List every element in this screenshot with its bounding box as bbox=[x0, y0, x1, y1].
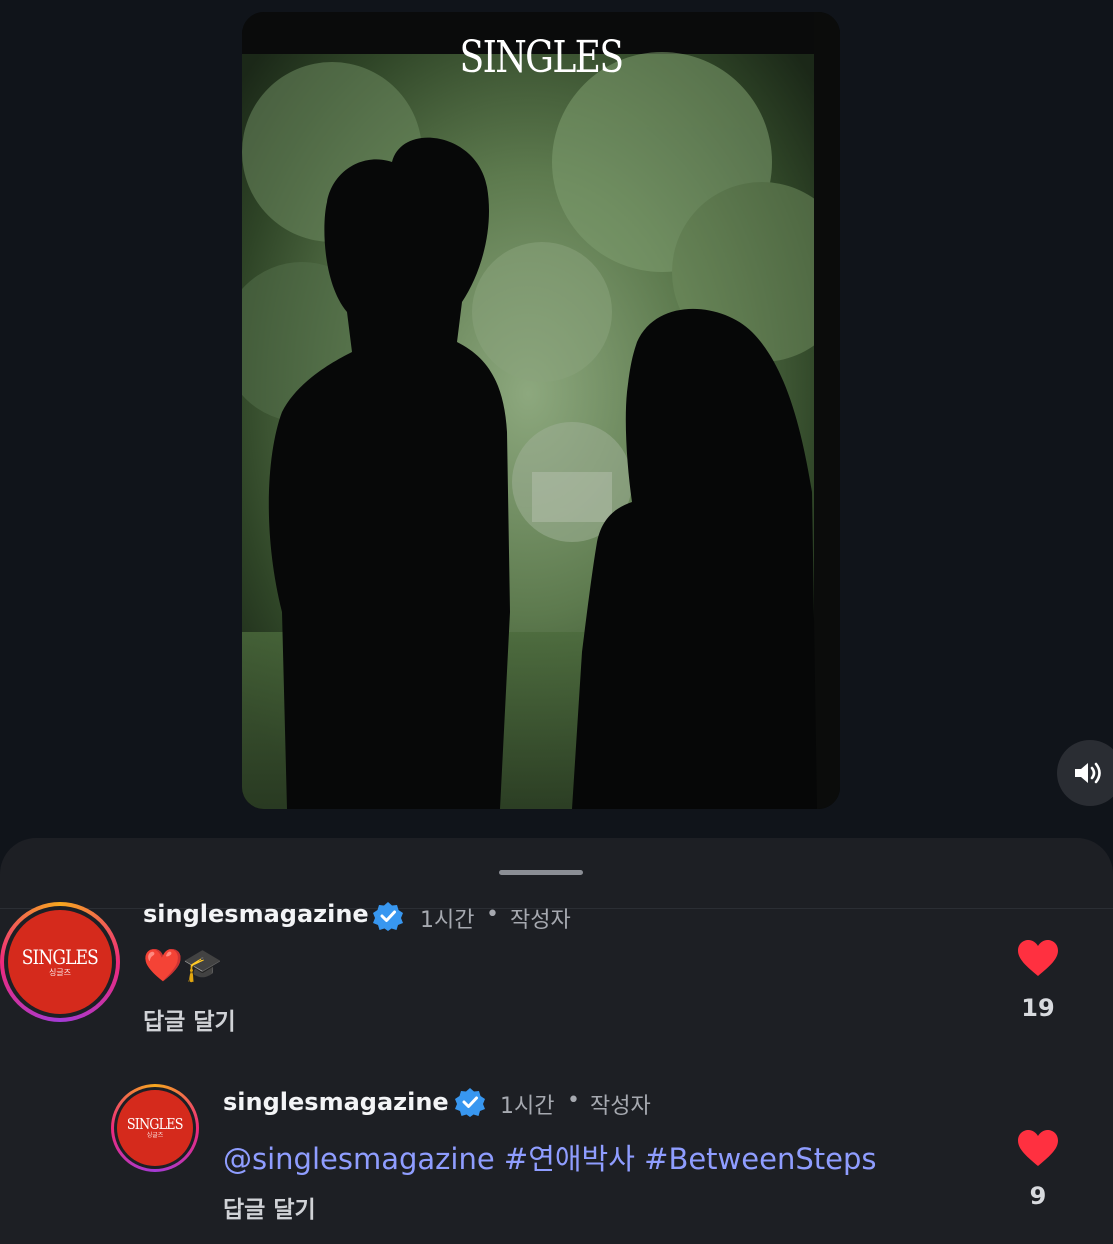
like-heart-icon[interactable] bbox=[1016, 938, 1060, 978]
video-frame-image bbox=[242, 12, 840, 809]
sound-toggle-button[interactable] bbox=[1057, 740, 1113, 806]
meta-separator: • bbox=[567, 1088, 580, 1113]
author-badge: 작성자 bbox=[510, 908, 571, 933]
comments-sheet: SINGLES 싱글즈 singlesmagazine 1시간 • 작성자 ❤️… bbox=[0, 838, 1113, 1244]
like-count: 19 bbox=[1021, 994, 1055, 1022]
comment-emojis: ❤️🎓 bbox=[143, 946, 223, 984]
brand-logo: SINGLES bbox=[459, 32, 625, 83]
comment-username[interactable]: singlesmagazine bbox=[143, 900, 369, 928]
speaker-icon bbox=[1075, 762, 1101, 784]
reply-button[interactable]: 답글 달기 bbox=[143, 1002, 236, 1036]
meta-separator: • bbox=[486, 902, 499, 927]
avatar-logo: SINGLES bbox=[21, 945, 99, 969]
graduation-cap-emoji: 🎓 bbox=[182, 946, 223, 984]
comment-username[interactable]: singlesmagazine bbox=[223, 1088, 449, 1116]
comment-item: SINGLES 싱글즈 singlesmagazine 1시간 • 작성자 ❤️… bbox=[0, 838, 1113, 1038]
comment-item: SINGLES 싱글즈 singlesmagazine 1시간 • 작성자 @s… bbox=[0, 1078, 1113, 1244]
comment-time: 1시간 bbox=[420, 908, 475, 933]
avatar[interactable]: SINGLES 싱글즈 bbox=[0, 902, 120, 1022]
avatar-sub-text: 싱글즈 bbox=[48, 968, 72, 977]
verified-badge-icon bbox=[373, 902, 403, 931]
avatar-logo: SINGLES bbox=[127, 1115, 184, 1133]
reply-button[interactable]: 답글 달기 bbox=[223, 1190, 316, 1224]
heart-emoji: ❤️ bbox=[143, 946, 183, 984]
author-badge: 작성자 bbox=[590, 1094, 651, 1119]
mention-link[interactable]: @singlesmagazine bbox=[223, 1142, 495, 1176]
like-count: 9 bbox=[1029, 1182, 1047, 1210]
comment-time: 1시간 bbox=[500, 1094, 555, 1119]
video-player[interactable]: SINGLES bbox=[242, 12, 840, 809]
avatar-sub-text: 싱글즈 bbox=[146, 1132, 164, 1139]
hashtag-link[interactable]: #연애박사 bbox=[504, 1142, 635, 1176]
verified-badge-icon bbox=[455, 1088, 485, 1117]
hashtag-link[interactable]: #BetweenSteps bbox=[644, 1142, 876, 1176]
like-heart-icon[interactable] bbox=[1016, 1128, 1060, 1168]
comment-body: @singlesmagazine #연애박사 #BetweenSteps bbox=[223, 1136, 876, 1178]
avatar[interactable]: SINGLES 싱글즈 bbox=[111, 1084, 199, 1172]
